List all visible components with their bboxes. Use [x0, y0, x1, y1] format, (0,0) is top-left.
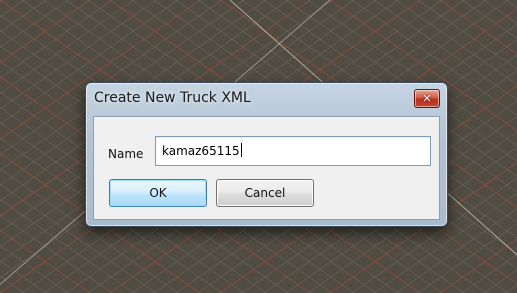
dialog-body: Name kamaz65115 OK Cancel: [93, 116, 440, 220]
name-input[interactable]: kamaz65115: [155, 136, 431, 166]
close-button[interactable]: ✕: [414, 89, 440, 108]
dialog-titlebar[interactable]: Create New Truck XML ✕: [86, 83, 447, 113]
dialog-title: Create New Truck XML: [94, 90, 251, 106]
cancel-button[interactable]: Cancel: [216, 179, 314, 207]
name-input-value: kamaz65115: [162, 143, 242, 158]
create-truck-dialog: Create New Truck XML ✕ Name kamaz65115 O…: [85, 82, 448, 227]
name-label: Name: [108, 147, 144, 161]
close-icon: ✕: [422, 92, 432, 105]
text-caret: [240, 143, 242, 157]
ok-button[interactable]: OK: [109, 179, 207, 207]
